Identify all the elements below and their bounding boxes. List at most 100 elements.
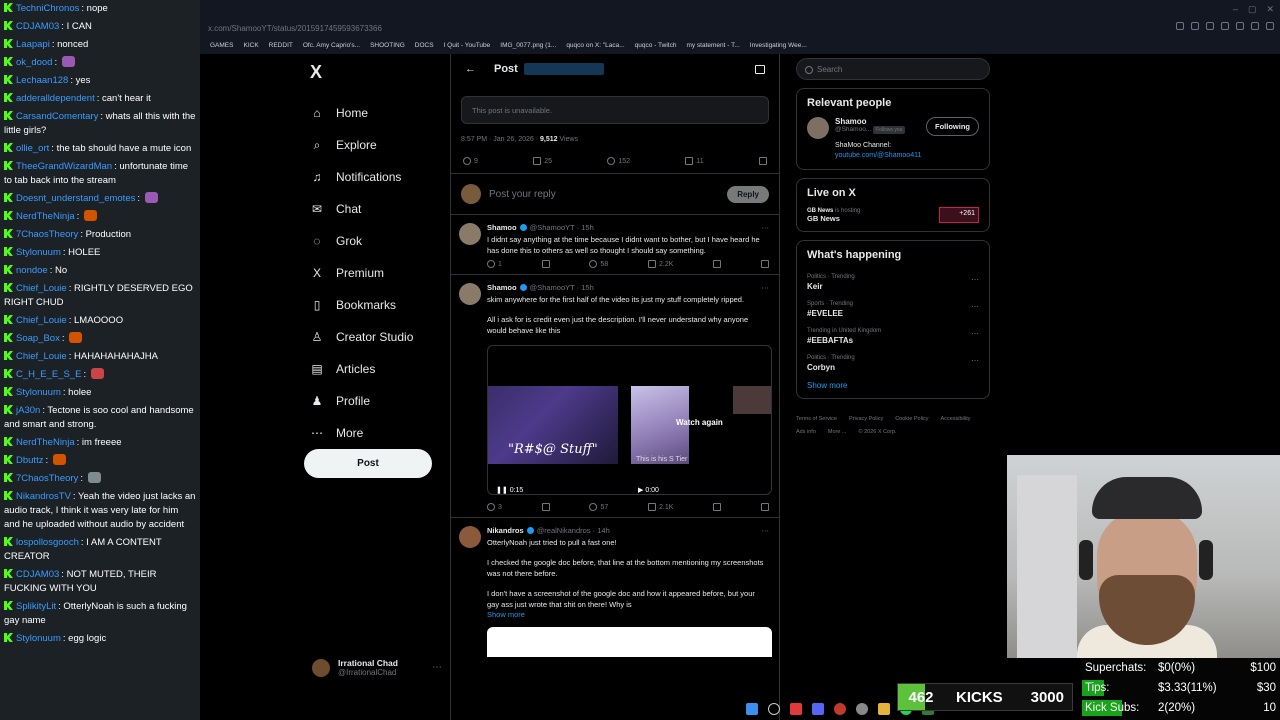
chat-username[interactable]: nondoe <box>16 265 48 276</box>
chat-username[interactable]: Lechaan128 <box>16 75 68 86</box>
avatar[interactable] <box>459 526 481 548</box>
repost-action[interactable] <box>541 260 550 268</box>
app-icon[interactable] <box>790 703 802 715</box>
reply-button[interactable]: Reply <box>727 185 769 203</box>
extension-icon[interactable] <box>1191 22 1199 30</box>
bookmark-item[interactable]: quqco - Twitch <box>635 38 677 54</box>
footer-link[interactable]: Accessibility <box>941 413 971 426</box>
chat-username[interactable]: Dbuttz <box>16 455 43 466</box>
bookmark-action[interactable] <box>713 260 722 268</box>
trend-item[interactable]: Politics · Trending Corbyn ⋯ <box>807 350 979 377</box>
following-button[interactable]: Following <box>926 117 979 136</box>
nav-item-explore[interactable]: ⌕ Explore <box>302 129 442 161</box>
views-action[interactable]: 2.1K <box>648 503 673 511</box>
tab-bar[interactable] <box>200 0 1280 20</box>
footer-link[interactable]: © 2026 X Corp. <box>859 426 897 439</box>
app-icon[interactable] <box>834 703 846 715</box>
like-action[interactable]: 58 <box>589 260 608 268</box>
chat-username[interactable]: NerdTheNinja <box>16 211 75 222</box>
avatar[interactable] <box>459 283 481 305</box>
profile-icon[interactable] <box>1266 22 1274 30</box>
chat-username[interactable]: Stylonuum <box>16 387 61 398</box>
nav-item-creator-studio[interactable]: ♙ Creator Studio <box>302 321 442 353</box>
chat-username[interactable]: CarsandComentary <box>16 111 98 122</box>
trend-item[interactable]: Politics · Trending Keir ⋯ <box>807 269 979 296</box>
nav-item-more[interactable]: ⋯ More <box>302 417 442 449</box>
bookmark-action[interactable]: 11 <box>685 157 704 165</box>
nav-item-bookmarks[interactable]: ▯ Bookmarks <box>302 289 442 321</box>
extension-icon[interactable] <box>1251 22 1259 30</box>
bookmark-item[interactable]: KICK <box>243 38 258 54</box>
author-name[interactable]: Nikandros <box>487 526 524 535</box>
nav-item-chat[interactable]: ✉ Chat <box>302 193 442 225</box>
folder-icon[interactable] <box>878 703 890 715</box>
author-name[interactable]: Shamoo <box>487 283 517 292</box>
search-input[interactable]: Search <box>796 58 990 80</box>
star-icon[interactable] <box>1221 22 1229 30</box>
windows-start-icon[interactable] <box>746 703 758 715</box>
bookmark-item[interactable]: Ofc. Amy Caprio's... <box>303 38 360 54</box>
chat-username[interactable]: Stylonuum <box>16 633 61 644</box>
reply-tweet[interactable]: Nikandros @realNikandros · 14h ⋯ Otterly… <box>451 518 779 663</box>
chat-username[interactable]: TechniChronos <box>16 3 79 14</box>
repost-action[interactable] <box>541 503 550 511</box>
chat-username[interactable]: ok_dood <box>16 57 52 68</box>
views-action[interactable]: 2.2K <box>648 260 673 268</box>
trend-item[interactable]: Trending in United Kingdom #EEBAFTAs ⋯ <box>807 323 979 350</box>
more-icon[interactable]: ⋯ <box>971 275 979 284</box>
maximize-icon[interactable]: ▢ <box>1248 4 1257 15</box>
reply-input[interactable]: Post your reply <box>489 189 556 200</box>
bookmark-item[interactable]: quqco on X: "Laca... <box>566 38 624 54</box>
more-icon[interactable]: ⋯ <box>762 223 770 232</box>
more-icon[interactable]: ⋯ <box>971 356 979 365</box>
footer-link[interactable]: Privacy Policy <box>849 413 883 426</box>
reply-action[interactable]: 3 <box>487 503 502 511</box>
more-icon[interactable]: ⋯ <box>762 526 770 535</box>
trend-item[interactable]: Sports · Trending #EVELEE ⋯ <box>807 296 979 323</box>
chat-username[interactable]: CDJAM03 <box>16 569 59 580</box>
more-icon[interactable]: ⋯ <box>432 662 442 673</box>
chat-username[interactable]: CDJAM03 <box>16 21 59 32</box>
video-elapsed[interactable]: ❚❚ 0:15 <box>496 486 523 494</box>
nav-item-articles[interactable]: ▤ Articles <box>302 353 442 385</box>
chat-username[interactable]: Soap_Box <box>16 333 60 344</box>
watch-again-button[interactable]: Watch again <box>676 418 723 427</box>
extension-icon[interactable] <box>1236 22 1244 30</box>
repost-action[interactable]: 25 <box>533 157 552 165</box>
reply-tweet[interactable]: Shamoo @ShamooYT · 15h ⋯ I didnt say any… <box>451 215 779 275</box>
chat-username[interactable]: ollie_ort <box>16 143 49 154</box>
show-more-link[interactable]: Show more <box>807 381 979 390</box>
share-action[interactable] <box>758 157 767 165</box>
live-item[interactable]: GB News is hosting GB News +261 <box>807 207 979 223</box>
nav-item-home[interactable]: ⌂ Home <box>302 97 442 129</box>
chat-username[interactable]: Chief_Louie <box>16 283 67 294</box>
embedded-image[interactable] <box>487 627 772 657</box>
bookmark-item[interactable]: I Quit - YouTube <box>444 38 491 54</box>
chat-username[interactable]: SplikityLit <box>16 601 56 612</box>
avatar[interactable] <box>807 117 829 139</box>
discord-icon[interactable] <box>812 703 824 715</box>
sidebar-toggle-icon[interactable] <box>755 64 765 74</box>
chat-username[interactable]: adderalldependent <box>16 93 95 104</box>
reply-tweet[interactable]: Shamoo @ShamooYT · 15h ⋯ skim anywhere f… <box>451 275 779 518</box>
bookmark-item[interactable]: SHOOTING <box>370 38 405 54</box>
bookmark-item[interactable]: REDDIT <box>269 38 293 54</box>
like-action[interactable]: 152 <box>607 157 630 165</box>
chat-username[interactable]: 7ChaosTheory <box>16 473 78 484</box>
nav-item-notifications[interactable]: ♫ Notifications <box>302 161 442 193</box>
bookmark-action[interactable] <box>713 503 722 511</box>
bookmark-item[interactable]: IMG_0077.png (1... <box>500 38 556 54</box>
nav-item-profile[interactable]: ♟ Profile <box>302 385 442 417</box>
bookmark-item[interactable]: DOCS <box>415 38 434 54</box>
minimize-icon[interactable]: – <box>1233 4 1238 15</box>
share-action[interactable] <box>760 503 769 511</box>
chat-username[interactable]: Laapapi <box>16 39 50 50</box>
post-button[interactable]: Post <box>304 449 432 478</box>
video-player[interactable]: "R#$@ Stuff" Watch again This is his S T… <box>487 345 772 495</box>
footer-link[interactable]: Cookie Policy <box>895 413 928 426</box>
bookmark-item[interactable]: GAMES <box>210 38 233 54</box>
avatar[interactable] <box>459 223 481 245</box>
chat-username[interactable]: NerdTheNinja <box>16 437 75 448</box>
search-icon[interactable] <box>768 703 780 715</box>
chat-username[interactable]: Doesnt_understand_emotes <box>16 193 135 204</box>
